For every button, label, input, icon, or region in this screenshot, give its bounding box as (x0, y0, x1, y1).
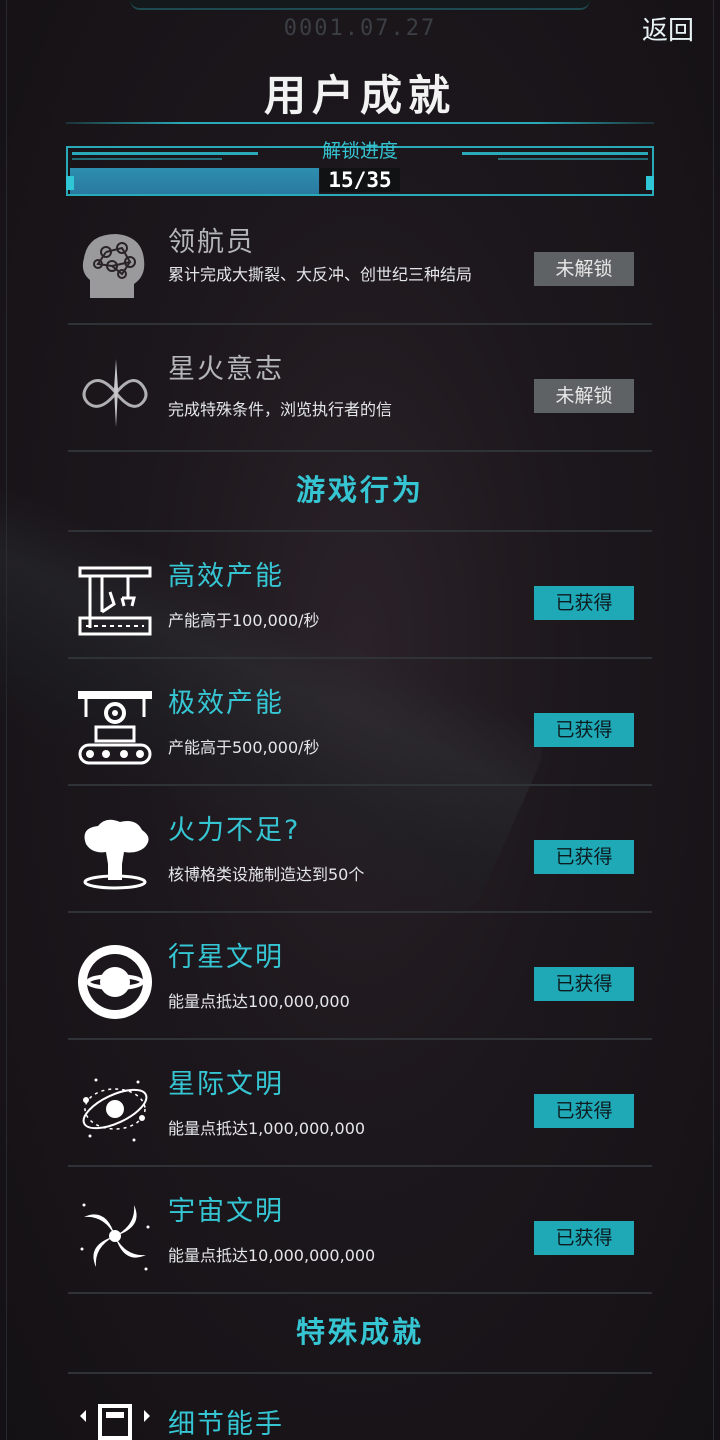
achievement-name: 领航员 (168, 227, 255, 258)
progress-count: 15/35 (320, 168, 400, 192)
star-orbit-icon (82, 1078, 148, 1142)
achievement-row[interactable]: 极效产能 产能高于500,000/秒 已获得 (68, 659, 652, 786)
progress-fill (70, 168, 319, 194)
status-badge-earned[interactable]: 已获得 (534, 713, 634, 747)
achievement-row[interactable]: 星际文明 能量点抵达1,000,000,000 已获得 (68, 1040, 652, 1167)
section-heading-special: 特殊成就 (68, 1294, 652, 1374)
title-divider (66, 122, 654, 124)
game-date: 0001.07.27 (283, 16, 437, 41)
achievement-name: 火力不足? (168, 815, 301, 846)
status-badge-earned[interactable]: 已获得 (534, 967, 634, 1001)
achievement-name: 星火意志 (168, 354, 284, 385)
device-icon (80, 1404, 150, 1440)
status-badge-earned[interactable]: 已获得 (534, 840, 634, 874)
achievement-desc: 能量点抵达1,000,000,000 (168, 1119, 366, 1138)
brain-head-icon (82, 234, 145, 298)
planet-ring-icon (78, 945, 152, 1019)
page-title: 用户成就 (263, 71, 456, 120)
achievement-name: 星际文明 (168, 1069, 284, 1100)
achievement-row[interactable]: 行星文明 能量点抵达100,000,000 已获得 (68, 913, 652, 1040)
progress-label: 解锁进度 (321, 140, 398, 162)
achievement-desc: 完成特殊条件，浏览执行者的信 (168, 400, 393, 419)
achievement-name: 高效产能 (168, 561, 284, 592)
achievement-row[interactable]: 领航员 累计完成大撕裂、大反冲、创世纪三种结局 未解锁 (68, 198, 652, 325)
progress-cap-right (646, 176, 654, 190)
achievement-desc: 产能高于500,000/秒 (168, 738, 320, 757)
achievement-row[interactable]: 宇宙文明 能量点抵达10,000,000,000 已获得 (68, 1167, 652, 1294)
robot-arm-factory-icon (78, 566, 152, 636)
status-badge-earned[interactable]: 已获得 (534, 1094, 634, 1128)
mushroom-cloud-icon (83, 819, 149, 890)
status-badge-earned[interactable]: 已获得 (534, 586, 634, 620)
achievement-list: 领航员 累计完成大撕裂、大反冲、创世纪三种结局 未解锁 星火意志 完成特殊条件，… (0, 198, 720, 1374)
conveyor-gear-icon (78, 691, 152, 765)
top-bar (130, 0, 590, 10)
achievement-desc: 核博格类设施制造达到50个 (168, 865, 365, 884)
achievement-desc: 能量点抵达100,000,000 (168, 992, 350, 1011)
achievement-row[interactable]: 火力不足? 核博格类设施制造达到50个 已获得 (68, 786, 652, 913)
achievement-row-partial[interactable]: 细节能手 (76, 1398, 476, 1440)
status-badge-earned[interactable]: 已获得 (534, 1221, 634, 1255)
achievement-name: 行星文明 (168, 942, 284, 973)
back-button[interactable]: 返回 (642, 10, 694, 47)
section-heading-game-behavior: 游戏行为 (68, 452, 652, 532)
achievement-desc: 能量点抵达10,000,000,000 (168, 1246, 376, 1265)
achievement-desc: 产能高于100,000/秒 (168, 611, 320, 630)
infinity-star-icon (82, 359, 148, 427)
achievement-row[interactable]: 高效产能 产能高于100,000/秒 已获得 (68, 532, 652, 659)
status-badge-locked[interactable]: 未解锁 (534, 252, 634, 286)
galaxy-swirl-icon (80, 1203, 150, 1271)
achievement-name: 极效产能 (168, 688, 284, 719)
achievement-name: 宇宙文明 (168, 1196, 284, 1227)
achievement-name: 细节能手 (168, 1409, 284, 1440)
achievement-desc: 累计完成大撕裂、大反冲、创世纪三种结局 (168, 265, 473, 284)
status-badge-locked[interactable]: 未解锁 (534, 379, 634, 413)
progress-cap-left (66, 176, 74, 190)
achievement-row[interactable]: 星火意志 完成特殊条件，浏览执行者的信 未解锁 (68, 325, 652, 452)
